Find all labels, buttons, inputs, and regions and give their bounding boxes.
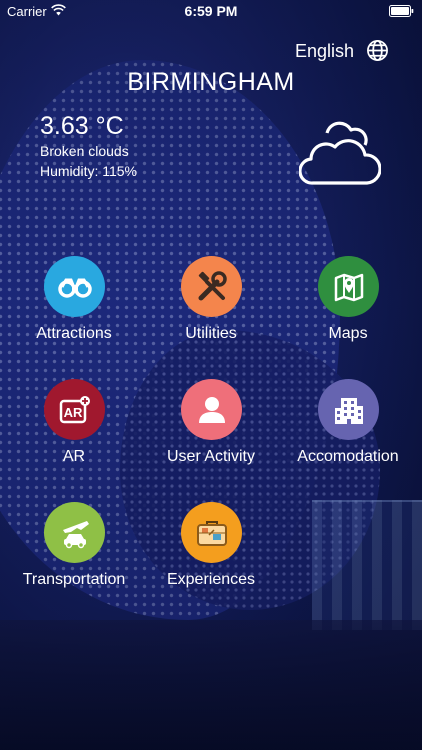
menu-item-user-activity[interactable]: User Activity: [141, 379, 281, 489]
menu-item-accomodation[interactable]: Accomodation: [278, 379, 418, 489]
status-time: 6:59 PM: [184, 3, 238, 19]
menu-label-maps: Maps: [328, 325, 368, 342]
binoculars-icon: [57, 278, 92, 298]
language-selector[interactable]: English: [295, 41, 354, 62]
svg-text:AR: AR: [63, 405, 82, 420]
menu-label-accomodation: Accomodation: [297, 448, 399, 465]
map-pin-icon: [334, 273, 363, 301]
ar-badge-icon: AR: [59, 395, 90, 423]
menu-circle-experiences[interactable]: [181, 502, 242, 563]
menu-circle-accomodation[interactable]: [318, 379, 379, 440]
building-icon: [334, 397, 363, 424]
menu-circle-maps[interactable]: [318, 256, 379, 317]
menu-item-ar[interactable]: AR AR: [4, 379, 144, 489]
menu-circle-attractions[interactable]: [44, 256, 105, 317]
menu-item-maps[interactable]: Maps: [278, 256, 418, 366]
menu-label-user-activity: User Activity: [166, 448, 255, 465]
menu-label-experiences: Experiences: [166, 571, 256, 588]
humidity: Humidity: 115%: [40, 163, 138, 179]
plane-car-icon: [62, 520, 89, 548]
status-bar: Carrier 6:59 PM: [0, 0, 422, 22]
suitcase-icon: [196, 520, 227, 546]
user-icon: [198, 396, 225, 423]
menu-circle-ar[interactable]: AR: [44, 379, 105, 440]
menu-circle-utilities[interactable]: [181, 256, 242, 317]
city-name: BIRMINGHAM: [127, 68, 295, 96]
menu-item-transportation[interactable]: Transportation: [4, 502, 144, 612]
menu-item-attractions[interactable]: Attractions: [4, 256, 144, 366]
menu-circle-user-activity[interactable]: [181, 379, 242, 440]
cloud-icon: [299, 121, 381, 185]
battery-icon: [389, 5, 414, 17]
app-screen: Carrier 6:59 PM English BIRMINGHAM 3.63 …: [0, 0, 422, 750]
menu-item-utilities[interactable]: Utilities: [141, 256, 281, 366]
menu-item-experiences[interactable]: Experiences: [141, 502, 281, 612]
weather-description: Broken clouds: [40, 143, 129, 159]
temperature: 3.63 °C: [40, 112, 124, 140]
tools-icon: [198, 270, 227, 300]
menu-circle-transportation[interactable]: [44, 502, 105, 563]
globe-icon[interactable]: [366, 39, 389, 62]
menu-label-utilities: Utilities: [185, 325, 237, 342]
